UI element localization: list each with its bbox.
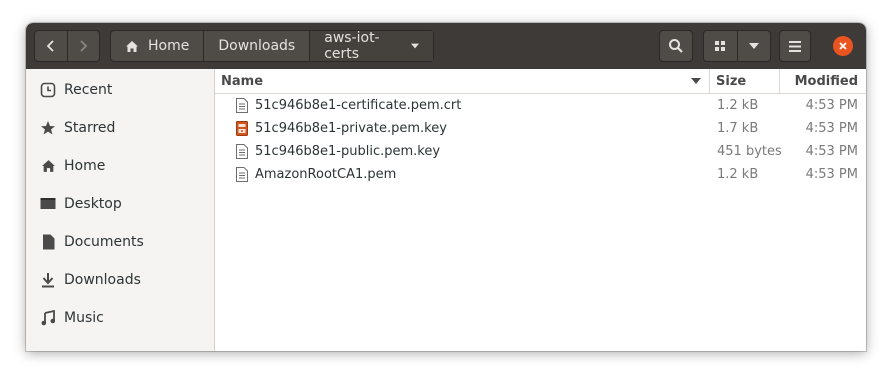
back-button[interactable]	[35, 31, 67, 61]
sort-descending-icon	[691, 78, 701, 84]
sidebar-item-home[interactable]: Home	[26, 147, 214, 185]
forward-button[interactable]	[66, 31, 100, 61]
file-name: AmazonRootCA1.pem	[255, 167, 397, 182]
file-list-view: Name Size Modified 51c946b8e1-certificat…	[215, 69, 866, 351]
column-header-size[interactable]: Size	[710, 69, 780, 93]
sidebar-item-recent[interactable]: Recent	[26, 71, 214, 109]
sidebar-item-label: Recent	[64, 82, 113, 98]
sidebar-item-label: Starred	[64, 120, 116, 136]
sidebar-item-documents[interactable]: Documents	[26, 223, 214, 261]
breadcrumb-label: Downloads	[218, 38, 296, 54]
key-file-icon	[235, 121, 249, 137]
file-size: 1.2 kB	[717, 98, 759, 113]
file-modified: 4:53 PM	[805, 121, 858, 136]
sidebar-item-label: Home	[64, 158, 106, 174]
desktop-icon	[39, 195, 57, 213]
sidebar-item-music[interactable]: Music	[26, 299, 214, 337]
file-modified: 4:53 PM	[805, 167, 858, 182]
file-modified: 4:53 PM	[805, 98, 858, 113]
sidebar-item-label: Documents	[64, 234, 144, 250]
close-button[interactable]	[833, 36, 853, 56]
headerbar: Home Downloads aws-iot-certs	[26, 23, 866, 69]
breadcrumb: Home Downloads aws-iot-certs	[110, 30, 434, 62]
breadcrumb-label: aws-iot-certs	[324, 30, 380, 62]
column-name-label: Name	[221, 73, 264, 89]
column-modified-label: Modified	[794, 73, 858, 89]
sidebar-item-desktop[interactable]: Desktop	[26, 185, 214, 223]
column-header-row: Name Size Modified	[215, 69, 866, 94]
breadcrumb-downloads[interactable]: Downloads	[203, 31, 309, 61]
view-button-group	[703, 30, 771, 62]
file-size: 451 bytes	[717, 144, 782, 159]
breadcrumb-current-folder[interactable]: aws-iot-certs	[309, 30, 433, 62]
breadcrumb-label: Home	[148, 38, 190, 54]
column-size-label: Size	[716, 73, 747, 89]
hamburger-icon	[789, 40, 801, 52]
search-icon	[669, 39, 683, 53]
grid-view-icon	[715, 41, 726, 51]
sidebar-item-starred[interactable]: Starred	[26, 109, 214, 147]
nav-button-group	[34, 30, 100, 62]
file-modified: 4:53 PM	[805, 144, 858, 159]
file-name: 51c946b8e1-public.pem.key	[255, 144, 441, 159]
chevron-down-icon	[410, 43, 419, 49]
column-header-modified[interactable]: Modified	[780, 69, 866, 93]
breadcrumb-home[interactable]: Home	[111, 31, 203, 61]
table-row[interactable]: AmazonRootCA1.pem 1.2 kB 4:53 PM	[215, 163, 866, 186]
home-icon	[39, 157, 57, 175]
table-row[interactable]: 51c946b8e1-certificate.pem.crt 1.2 kB 4:…	[215, 94, 866, 117]
file-size: 1.7 kB	[717, 121, 759, 136]
search-button[interactable]	[659, 30, 693, 62]
downloads-icon	[39, 271, 57, 289]
file-size: 1.2 kB	[717, 167, 759, 182]
sidebar-item-downloads[interactable]: Downloads	[26, 261, 214, 299]
documents-icon	[39, 233, 57, 251]
file-manager-window: Home Downloads aws-iot-certs Recent Star…	[26, 23, 866, 351]
star-icon	[39, 119, 57, 137]
sidebar-item-label: Downloads	[64, 272, 141, 288]
table-row[interactable]: 51c946b8e1-public.pem.key 451 bytes 4:53…	[215, 140, 866, 163]
recent-icon	[39, 81, 57, 99]
chevron-right-icon	[80, 40, 88, 52]
chevron-left-icon	[46, 40, 54, 52]
text-file-icon	[235, 167, 249, 183]
music-icon	[39, 309, 57, 327]
grid-view-button[interactable]	[704, 31, 737, 61]
column-header-name[interactable]: Name	[215, 69, 710, 93]
file-name: 51c946b8e1-certificate.pem.crt	[255, 98, 462, 113]
text-file-icon	[235, 144, 249, 160]
home-icon	[126, 40, 138, 52]
table-row[interactable]: 51c946b8e1-private.pem.key 1.7 kB 4:53 P…	[215, 117, 866, 140]
sidebar-item-label: Desktop	[64, 196, 122, 212]
menu-button[interactable]	[779, 30, 811, 62]
file-name: 51c946b8e1-private.pem.key	[255, 121, 447, 136]
close-icon	[839, 42, 847, 50]
view-options-button[interactable]	[736, 31, 771, 61]
chevron-down-icon	[748, 43, 759, 49]
sidebar-item-label: Music	[64, 310, 104, 326]
sidebar: Recent Starred Home Desktop Documents Do…	[26, 69, 215, 351]
text-file-icon	[235, 98, 249, 114]
